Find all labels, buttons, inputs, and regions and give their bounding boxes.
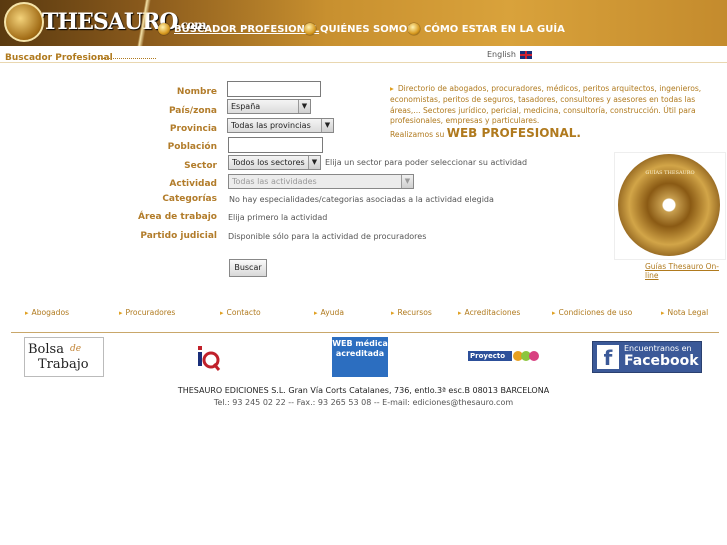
nav-buscador[interactable]: BUSCADOR PROFESIONAL (158, 23, 319, 35)
pais-value: España (231, 102, 261, 111)
bolsa-logo-text: Bolsa (28, 342, 64, 357)
arrow-bullet-icon: ▸ (458, 308, 462, 317)
label-categorias: Categorías (162, 194, 217, 204)
nav-bullet-icon (304, 23, 316, 35)
arrow-bullet-icon: ▸ (391, 308, 395, 317)
web-medica-acreditada-logo[interactable]: WEB médica acreditada (332, 337, 388, 377)
provincia-value: Todas las provincias (231, 121, 311, 130)
directory-description: ▸ Directorio de abogados, procuradores, m… (390, 84, 702, 126)
sector-hint: Elija un sector para poder seleccionar s… (325, 158, 528, 167)
sector-value: Todos los sectores (232, 158, 305, 167)
chevron-down-icon: ▼ (401, 175, 413, 188)
footer-link-condiciones[interactable]: ▸ Condiciones de uso (552, 308, 632, 317)
nav-quienes-somos[interactable]: QUIÉNES SOMOS (304, 23, 414, 35)
proyecto-label: Proyecto (470, 352, 506, 360)
label-poblacion: Población (167, 142, 217, 152)
categorias-text: No hay especialidades/categorias asociad… (229, 195, 494, 204)
header-divider (130, 0, 160, 46)
label-nombre: Nombre (176, 87, 217, 97)
poblacion-input[interactable] (228, 137, 323, 153)
label-partido: Partido judicial (140, 231, 217, 241)
guias-online-link[interactable]: Guías Thesauro On-line (645, 262, 727, 280)
arrow-bullet-icon: ▸ (119, 308, 123, 317)
uk-flag-icon (519, 50, 532, 59)
facebook-line1: Encuentranos en (624, 344, 692, 353)
nav-bullet-icon (158, 23, 170, 35)
logo-emblem (4, 2, 44, 42)
company-contact: Tel.: 93 245 02 22 -- Fax.: 93 265 53 08… (213, 398, 514, 407)
bolsa-logo-de: de (70, 344, 82, 354)
footer-link-ayuda[interactable]: ▸ Ayuda (314, 308, 344, 317)
actividad-value: Todas las actividades (232, 177, 317, 186)
label-provincia: Provincia (169, 124, 217, 134)
label-actividad: Actividad (169, 179, 217, 189)
cd-title: GUÍAS THESAURO (645, 170, 695, 176)
site-logo[interactable]: THESAURO.com (2, 1, 207, 45)
facebook-icon: f (597, 345, 619, 370)
footer-link-procuradores[interactable]: ▸ Procuradores (119, 308, 175, 317)
footer-link-recursos[interactable]: ▸ Recursos (391, 308, 432, 317)
footer-link-acreditaciones[interactable]: ▸ Acreditaciones (458, 308, 520, 317)
arrow-bullet-icon: ▸ (220, 308, 224, 317)
nombre-input[interactable] (227, 81, 321, 97)
partido-text: Disponible sólo para la actividad de pro… (228, 232, 427, 241)
footer-link-contacto[interactable]: ▸ Contacto (220, 308, 261, 317)
provincia-select[interactable]: Todas las provincias ▼ (227, 118, 334, 133)
web-profesional-promo[interactable]: Realizamos su WEB PROFESIONAL. (390, 126, 581, 140)
pais-select[interactable]: España ▼ (227, 99, 311, 114)
arrow-bullet-icon: ▸ (390, 84, 394, 93)
label-area: Área de trabajo (138, 212, 217, 222)
chevron-down-icon: ▼ (321, 119, 333, 132)
facebook-line2: Facebook (624, 353, 699, 369)
nav-bullet-icon (408, 23, 420, 35)
label-pais: País/zona (168, 106, 217, 116)
chevron-down-icon: ▼ (308, 156, 320, 169)
section-title: Buscador Profesional (5, 53, 113, 63)
section-title-underline (98, 58, 156, 59)
nav-como-estar[interactable]: CÓMO ESTAR EN LA GUÍA (408, 23, 565, 35)
footer-link-abogados[interactable]: ▸ Abogados (25, 308, 69, 317)
label-sector: Sector (184, 161, 217, 171)
actividad-select[interactable]: Todas las actividades ▼ (228, 174, 414, 189)
company-address: THESAURO EDICIONES S.L. Gran Vía Corts C… (177, 386, 550, 395)
arrow-bullet-icon: ▸ (25, 308, 29, 317)
footer-link-nota-legal[interactable]: ▸ Nota Legal (661, 308, 708, 317)
chevron-down-icon: ▼ (298, 100, 310, 113)
footer-divider (11, 332, 719, 333)
arrow-bullet-icon: ▸ (661, 308, 665, 317)
iq-logo-icon[interactable] (196, 344, 222, 372)
bolsa-logo-text2: Trabajo (38, 357, 89, 372)
language-switch[interactable]: English (487, 50, 532, 59)
area-text: Elija primero la actividad (228, 213, 328, 222)
arrow-bullet-icon: ▸ (552, 308, 556, 317)
sector-select[interactable]: Todos los sectores ▼ (228, 155, 321, 170)
buscar-button[interactable]: Buscar (229, 259, 267, 277)
language-label: English (487, 50, 516, 59)
arrow-bullet-icon: ▸ (314, 308, 318, 317)
